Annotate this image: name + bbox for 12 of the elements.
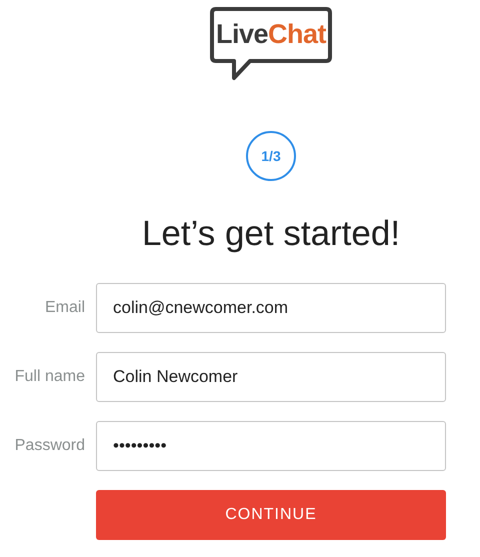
speech-bubble-icon xyxy=(210,7,332,81)
field-label: Full name xyxy=(14,367,86,387)
field-label: Email xyxy=(44,298,86,318)
continue-button[interactable]: CONTINUE xyxy=(96,490,446,540)
logo-text: Chat xyxy=(268,18,326,51)
step-indicator: 1/3 xyxy=(246,131,296,181)
input-field[interactable]: colin@cnewcomer.com xyxy=(96,283,446,333)
input-field[interactable]: Colin Newcomer xyxy=(96,352,446,402)
field-label: Password xyxy=(14,436,86,456)
logo-text: Live xyxy=(216,18,268,51)
page-heading: Let’s get started! xyxy=(142,213,400,255)
input-field[interactable]: ••••••••• xyxy=(96,421,446,471)
